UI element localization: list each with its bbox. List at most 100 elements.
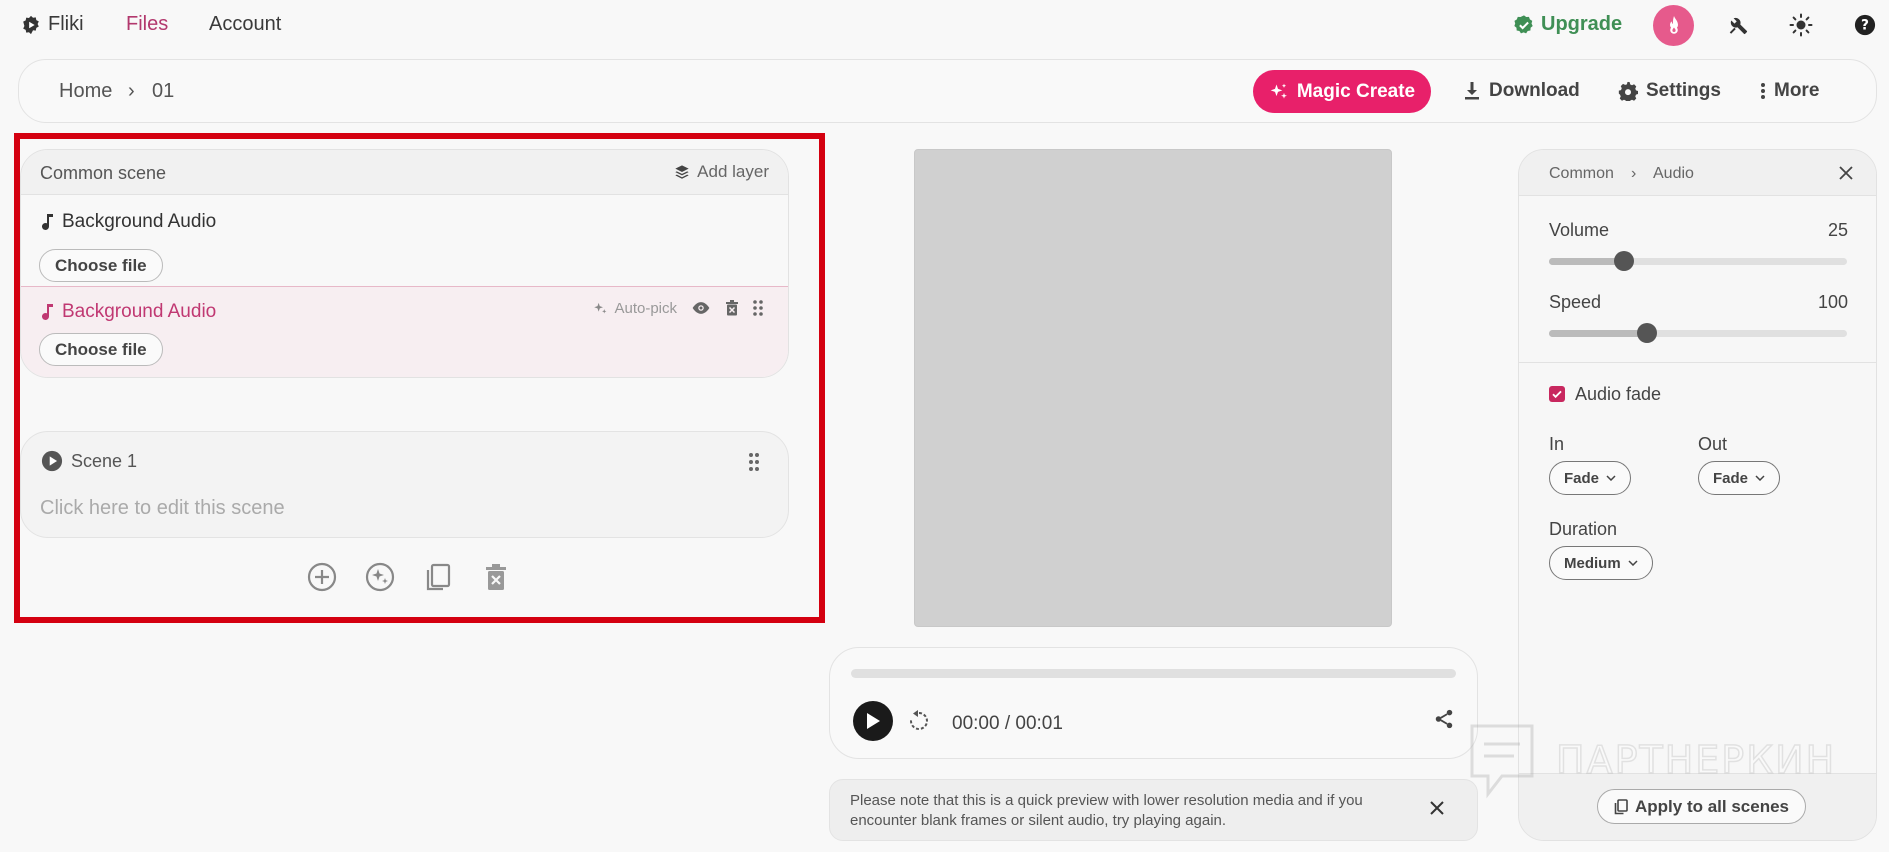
fade-out-dropdown[interactable]: Fade <box>1698 461 1781 495</box>
volume-slider-fill <box>1549 258 1624 265</box>
scene-edit-placeholder[interactable]: Click here to edit this scene <box>40 497 285 520</box>
duration-dropdown[interactable]: Medium <box>1549 546 1653 580</box>
theme-sun-icon[interactable] <box>1788 12 1814 38</box>
download-button[interactable]: Download <box>1463 80 1580 102</box>
volume-label: Volume <box>1549 220 1610 240</box>
panel-breadcrumb-current: Audio <box>1653 165 1694 182</box>
progress-bar[interactable] <box>851 669 1456 678</box>
magic-create-label: Magic Create <box>1296 80 1416 102</box>
scene-title: Scene 1 <box>41 450 137 472</box>
choose-file-button[interactable]: Choose file <box>39 333 163 366</box>
chevron-down-icon <box>1606 475 1616 481</box>
close-icon[interactable] <box>1429 800 1445 816</box>
drag-handle-icon[interactable] <box>753 299 763 317</box>
replay-icon[interactable] <box>907 709 931 733</box>
choose-file-button[interactable]: Choose file <box>39 249 163 282</box>
audio-layer-row-selected[interactable]: Background Audio Auto-pick Choose file <box>21 286 788 377</box>
auto-pick-label: Auto-pick <box>614 299 677 317</box>
logo-label: Fliki <box>48 13 84 35</box>
panel-header: Common › Audio <box>1519 150 1876 196</box>
fade-out-value: Fade <box>1713 469 1749 487</box>
audio-fade-label[interactable]: Audio fade <box>1575 384 1661 405</box>
music-note-icon <box>42 213 54 231</box>
fade-in-dropdown[interactable]: Fade <box>1549 461 1632 495</box>
avatar[interactable] <box>1653 5 1694 46</box>
auto-pick-button[interactable]: Auto-pick <box>593 300 677 317</box>
delete-scene-icon[interactable] <box>480 561 512 593</box>
duplicate-scene-icon[interactable] <box>422 561 454 593</box>
player-controls: 00:00 / 00:01 <box>829 647 1478 759</box>
breadcrumb-home[interactable]: Home <box>59 80 112 103</box>
drag-handle-icon[interactable] <box>748 452 760 472</box>
play-icon <box>865 712 881 730</box>
panel-breadcrumb-parent[interactable]: Common <box>1549 165 1614 183</box>
help-icon[interactable]: ? <box>1852 12 1878 38</box>
nav-account[interactable]: Account <box>209 13 281 36</box>
fade-out-label: Out <box>1698 434 1728 454</box>
breadcrumb-separator: › <box>128 80 135 102</box>
volume-slider-thumb[interactable] <box>1613 251 1634 271</box>
download-icon <box>1463 81 1481 101</box>
panel-breadcrumb-separator: › <box>1631 165 1637 182</box>
add-scene-icon[interactable] <box>306 561 338 593</box>
audio-layer-label: Background Audio <box>62 211 217 232</box>
time-display: 00:00 / 00:01 <box>952 713 1063 734</box>
settings-button[interactable]: Settings <box>1618 80 1721 102</box>
audio-layer-title: Background Audio <box>42 211 216 233</box>
layer-tools: Auto-pick <box>593 299 763 317</box>
upgrade-label: Upgrade <box>1541 13 1623 35</box>
top-nav: Fliki Files Account Upgrade ? <box>0 0 1889 50</box>
audio-layer-row[interactable]: Background Audio Choose file <box>21 195 788 286</box>
more-button[interactable]: More <box>1760 80 1819 102</box>
speed-slider[interactable] <box>1549 323 1847 343</box>
fade-in-value: Fade <box>1564 469 1600 487</box>
volume-value: 25 <box>1827 220 1848 240</box>
gear-icon <box>1618 81 1638 101</box>
duration-label: Duration <box>1549 519 1618 539</box>
speed-value: 100 <box>1817 292 1848 312</box>
music-note-icon <box>42 303 54 321</box>
speed-slider-thumb[interactable] <box>1637 323 1658 343</box>
duration-value: Medium <box>1564 554 1621 572</box>
add-layer-button[interactable]: Add layer <box>674 162 769 182</box>
close-icon[interactable] <box>1839 166 1853 180</box>
more-vertical-icon <box>1760 81 1766 101</box>
share-icon[interactable] <box>1433 708 1455 730</box>
svg-text:?: ? <box>1861 18 1869 34</box>
upgrade-link[interactable]: Upgrade <box>1513 13 1622 36</box>
divider <box>1519 362 1876 363</box>
logo-link[interactable]: Fliki <box>20 13 84 36</box>
notice-text: Please note that this is a quick preview… <box>850 792 1363 829</box>
delete-icon[interactable] <box>725 300 739 316</box>
magic-scene-icon[interactable] <box>364 561 396 593</box>
sparkle-icon <box>593 301 608 316</box>
tools-icon[interactable] <box>1725 12 1751 38</box>
video-preview[interactable] <box>914 149 1392 627</box>
add-layer-label: Add layer <box>697 162 769 181</box>
download-label: Download <box>1489 80 1580 101</box>
speed-label: Speed <box>1549 292 1602 312</box>
flame-icon <box>1664 15 1684 37</box>
copy-icon <box>1614 798 1628 815</box>
eye-icon[interactable] <box>691 301 711 315</box>
fade-in-label: In <box>1549 434 1565 454</box>
play-button[interactable] <box>853 701 893 741</box>
watermark-text: ПАРТНЕРКИН <box>1555 737 1837 783</box>
more-label: More <box>1774 80 1820 101</box>
volume-slider[interactable] <box>1549 251 1847 271</box>
scene-card[interactable]: Scene 1 Click here to edit this scene <box>20 431 789 538</box>
settings-label: Settings <box>1646 80 1721 101</box>
scene-title-label: Scene 1 <box>71 450 138 471</box>
nav-files[interactable]: Files <box>126 13 168 36</box>
speed-slider-fill <box>1549 330 1648 337</box>
fliki-logo-icon <box>20 14 42 36</box>
common-scene-title: Common scene <box>40 163 167 183</box>
common-scene-panel: Common scene Add layer Background Audio … <box>20 149 789 378</box>
audio-fade-checkbox[interactable] <box>1549 386 1565 402</box>
breadcrumb-current: 01 <box>152 80 175 102</box>
verified-badge-icon <box>1513 14 1535 36</box>
play-circle-icon <box>41 450 63 472</box>
layers-icon <box>674 164 690 180</box>
magic-create-button[interactable]: Magic Create <box>1253 70 1431 113</box>
sparkle-icon <box>1269 82 1289 102</box>
